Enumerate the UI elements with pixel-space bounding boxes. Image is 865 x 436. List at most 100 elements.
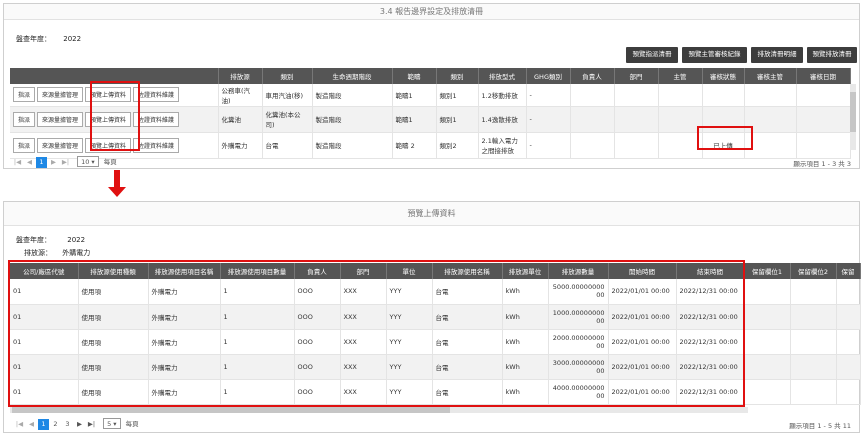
prev-page-icon[interactable]: ◀ bbox=[26, 419, 37, 430]
column-header[interactable]: GHG類別 bbox=[526, 68, 571, 84]
column-header[interactable]: 部門 bbox=[614, 68, 659, 84]
column-header[interactable]: 審核主管 bbox=[744, 68, 797, 84]
column-header[interactable]: 類別 bbox=[262, 68, 313, 84]
down-arrow-icon bbox=[114, 170, 120, 188]
cell-stage: 製造階段 bbox=[312, 84, 393, 107]
panel-title: 預覽上傳資料 bbox=[4, 202, 859, 226]
source-data-button[interactable]: 來源量據管理 bbox=[37, 111, 84, 127]
column-header[interactable]: 主管 bbox=[658, 68, 703, 84]
top-summary: 顯示項目 1 - 3 共 3 bbox=[793, 160, 851, 168]
table-cell bbox=[790, 279, 837, 305]
table-cell bbox=[836, 304, 861, 330]
cell-class: 類別1 bbox=[436, 84, 479, 107]
column-header: 保留欄位1 bbox=[744, 263, 791, 279]
table-cell bbox=[744, 279, 791, 305]
cell-type: 1.2移動排放 bbox=[478, 84, 527, 107]
page-size-select[interactable]: 10 ▾ bbox=[77, 156, 99, 167]
column-header[interactable]: 範疇 bbox=[392, 68, 437, 84]
scrollbar-thumb[interactable] bbox=[850, 92, 856, 132]
column-header: 保留欄位2 bbox=[790, 263, 837, 279]
page-number[interactable]: 1 bbox=[38, 419, 49, 430]
highlight-status-uploaded bbox=[697, 126, 753, 150]
year-row: 盤查年度： 2022 bbox=[16, 34, 81, 44]
highlight-preview-upload-column bbox=[90, 81, 140, 151]
table-cell bbox=[790, 379, 837, 405]
source-data-button[interactable]: 來源量據管理 bbox=[37, 87, 84, 103]
year-label: 盤查年度： bbox=[16, 236, 51, 244]
year-label: 盤查年度： bbox=[16, 35, 51, 43]
source-data-button[interactable]: 來源量據管理 bbox=[37, 137, 84, 153]
page-size-select[interactable]: 5 ▾ bbox=[103, 418, 121, 429]
source-label: 排放源： bbox=[24, 249, 52, 257]
first-page-icon[interactable]: |◀ bbox=[14, 419, 25, 430]
cell-source: 外購電力 bbox=[218, 132, 263, 159]
emission-list-detail-button[interactable]: 排放清冊明細 bbox=[751, 47, 803, 63]
cell-class: 類別2 bbox=[436, 132, 479, 159]
preview-supervisor-review-button[interactable]: 預覽主管審核紀錄 bbox=[682, 47, 747, 63]
cell-scope: 範疇1 bbox=[392, 84, 437, 107]
bottom-pagination: |◀ ◀ 1 2 3 ▶ ▶| 5 ▾ 每頁 bbox=[14, 418, 139, 430]
column-header[interactable]: 審核狀態 bbox=[702, 68, 745, 84]
scrollbar-thumb[interactable] bbox=[12, 407, 450, 413]
last-page-icon[interactable]: ▶| bbox=[60, 157, 71, 168]
bottom-summary: 顯示項目 1 - 5 共 11 bbox=[789, 422, 851, 430]
table-cell bbox=[836, 354, 861, 380]
table-cell bbox=[744, 379, 791, 405]
table-cell bbox=[744, 329, 791, 355]
cell-source: 公務車(汽油) bbox=[218, 84, 263, 107]
year-value: 2022 bbox=[63, 35, 82, 43]
cell-category: 化糞池(本公司) bbox=[262, 106, 313, 133]
table-cell bbox=[836, 379, 861, 405]
cell-class: 類別1 bbox=[436, 106, 479, 133]
cell-scope: 範疇 2 bbox=[392, 132, 437, 159]
page-number[interactable]: 2 bbox=[50, 419, 61, 430]
horizontal-scrollbar[interactable] bbox=[10, 407, 748, 413]
column-header[interactable]: 排放型式 bbox=[478, 68, 527, 84]
cell-type: 1.4逸散排放 bbox=[478, 106, 527, 133]
table-cell bbox=[790, 354, 837, 380]
cell-category: 台電 bbox=[262, 132, 313, 159]
cell-stage: 製造階段 bbox=[312, 106, 393, 133]
table-cell bbox=[836, 279, 861, 305]
column-header: 保留 bbox=[836, 263, 861, 279]
column-header[interactable]: 排放源 bbox=[218, 68, 263, 84]
cell-scope: 範疇1 bbox=[392, 106, 437, 133]
arrow-head bbox=[108, 187, 126, 197]
year-value: 2022 bbox=[67, 236, 86, 244]
vertical-scrollbar[interactable] bbox=[850, 84, 856, 150]
prev-page-icon[interactable]: ◀ bbox=[24, 157, 35, 168]
table-cell bbox=[744, 354, 791, 380]
column-header[interactable]: 類別 bbox=[436, 68, 479, 84]
table-cell bbox=[790, 304, 837, 330]
page-number[interactable]: 3 bbox=[62, 419, 73, 430]
source-value: 外購電力 bbox=[62, 249, 91, 257]
per-page-label: 每頁 bbox=[103, 158, 117, 166]
per-page-label: 每頁 bbox=[125, 420, 139, 428]
last-page-icon[interactable]: ▶| bbox=[86, 419, 97, 430]
panel-title: 3.4 報告邊界設定及排放清冊 bbox=[4, 4, 859, 20]
next-page-icon[interactable]: ▶ bbox=[74, 419, 85, 430]
cell-category: 車用汽油(移) bbox=[262, 84, 313, 107]
highlight-upload-table bbox=[8, 260, 745, 407]
year-row: 盤查年度： 2022 bbox=[16, 235, 85, 245]
column-header[interactable]: 審核日期 bbox=[796, 68, 851, 84]
assign-button[interactable]: 指派 bbox=[13, 137, 36, 153]
table-cell bbox=[836, 329, 861, 355]
preview-emission-list-button[interactable]: 預覽排放清冊 bbox=[807, 47, 857, 63]
cell-ghg: - bbox=[526, 84, 571, 107]
preview-assignment-list-button[interactable]: 預覽指派清冊 bbox=[626, 47, 678, 63]
first-page-icon[interactable]: |◀ bbox=[12, 157, 23, 168]
cell-type: 2.1輸入電力之間接排放 bbox=[478, 132, 527, 159]
column-header[interactable]: 生命週期階段 bbox=[312, 68, 393, 84]
cell-ghg: - bbox=[526, 132, 571, 159]
assign-button[interactable]: 指派 bbox=[13, 87, 36, 103]
page-number[interactable]: 1 bbox=[36, 157, 47, 168]
next-page-icon[interactable]: ▶ bbox=[48, 157, 59, 168]
source-row: 排放源： 外購電力 bbox=[16, 248, 90, 258]
column-header[interactable]: 負責人 bbox=[570, 68, 615, 84]
cell-status bbox=[702, 84, 745, 107]
assign-button[interactable]: 指派 bbox=[13, 111, 36, 127]
cell-source: 化糞池 bbox=[218, 106, 263, 133]
cell-ghg: - bbox=[526, 106, 571, 133]
table-cell bbox=[744, 304, 791, 330]
